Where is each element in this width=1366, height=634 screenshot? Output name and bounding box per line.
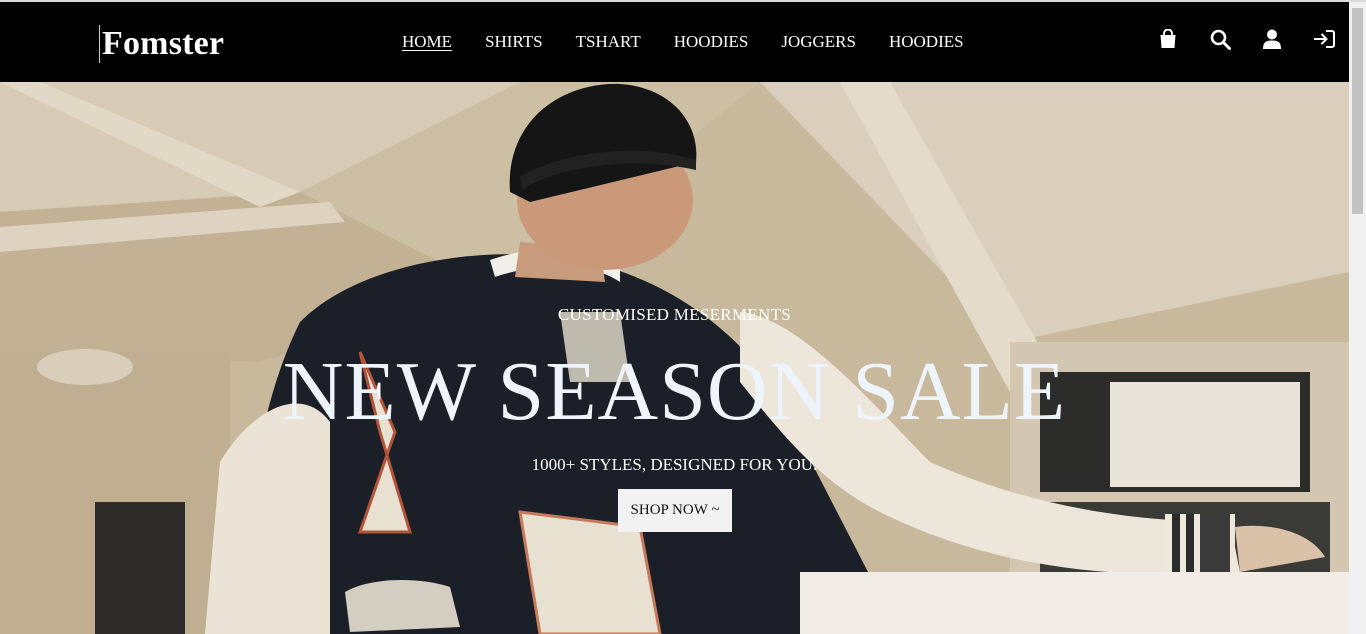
nav-link-hoodies[interactable]: HOODIES (674, 32, 749, 52)
text-caret (99, 25, 100, 63)
nav-link-shirts[interactable]: SHIRTS (485, 32, 543, 52)
hero-tagline: 1000+ STYLES, DESIGNED FOR YOU. (531, 455, 818, 474)
hero-title: NEW SEASON SALE (282, 345, 1067, 438)
hero-banner: CUSTOMISED MESERMENTS NEW SEASON SALE 10… (0, 82, 1349, 634)
nav-link-tshart[interactable]: TSHART (576, 32, 641, 52)
scrollbar-thumb[interactable] (1352, 8, 1363, 214)
main-nav: HOME SHIRTS TSHART HOODIES JOGGERS HOODI… (402, 32, 997, 52)
nav-icons (1157, 28, 1335, 50)
login-icon[interactable] (1313, 28, 1335, 50)
search-icon[interactable] (1209, 28, 1231, 50)
navbar: Fomster HOME SHIRTS TSHART HOODIES JOGGE… (0, 2, 1349, 82)
brand-name[interactable]: Fomster (102, 24, 224, 64)
hero-subtitle: CUSTOMISED MESERMENTS (557, 305, 792, 324)
brand-logo[interactable]: Fomster (99, 24, 224, 64)
nav-link-hoodies-2[interactable]: HOODIES (889, 32, 964, 52)
shopping-bag-icon[interactable] (1157, 28, 1179, 50)
page-scrollbar[interactable] (1349, 2, 1366, 634)
shop-now-button[interactable]: SHOP NOW ~ (618, 489, 732, 532)
user-icon[interactable] (1261, 28, 1283, 50)
nav-link-home[interactable]: HOME (402, 32, 452, 52)
nav-link-joggers[interactable]: JOGGERS (781, 32, 856, 52)
